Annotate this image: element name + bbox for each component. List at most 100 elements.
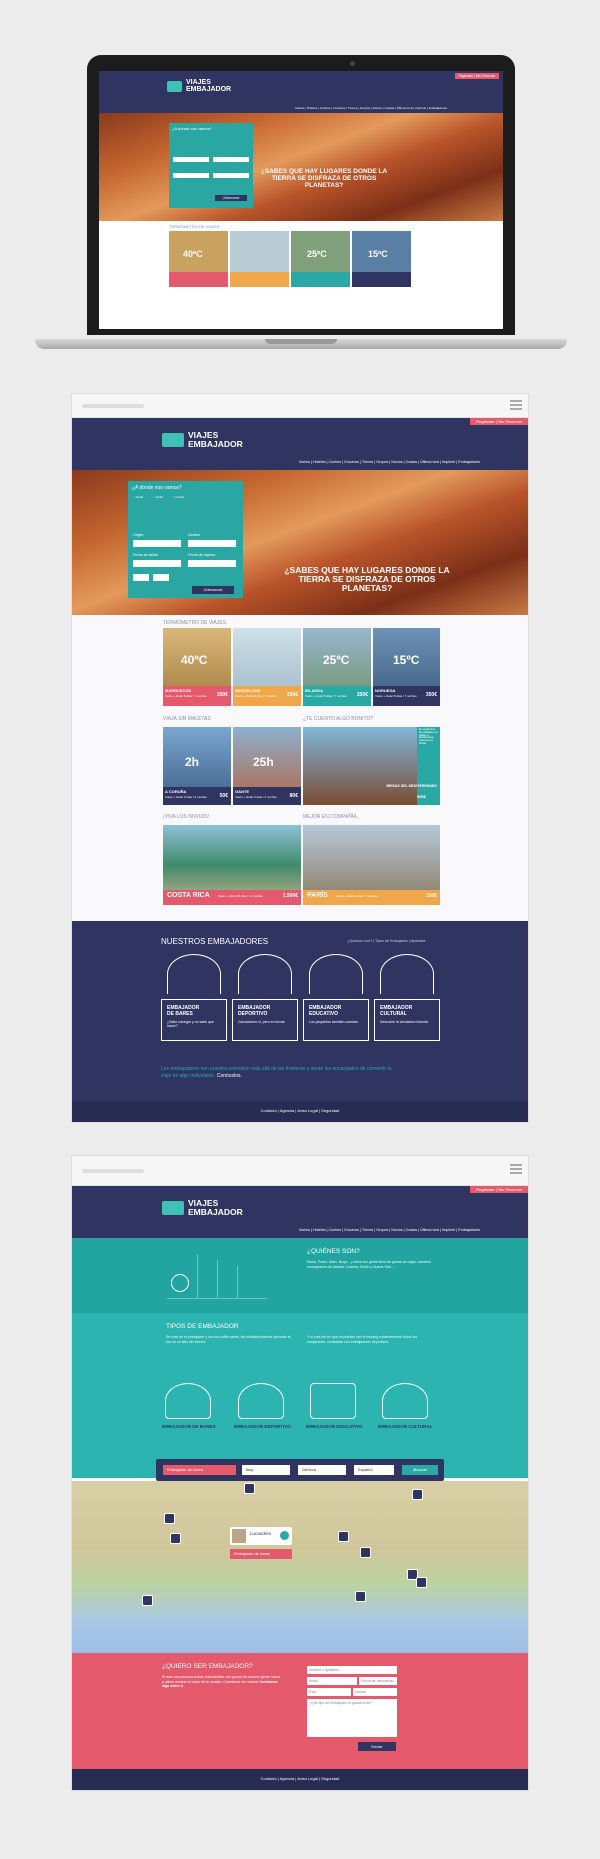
embajadores-claim: Los embajadores son nuestra extensión má… <box>161 1066 392 1079</box>
map-pin-icon[interactable] <box>360 1547 371 1558</box>
name-field[interactable]: Nombre y apellidos <box>307 1666 397 1674</box>
section-title-compania: MEJOR EN COMPAÑÍA <box>303 814 357 820</box>
card-barcelona[interactable]: BARCELONA Vuelo + Hotel 8 días / 7 noches… <box>233 628 301 706</box>
tipo-label-bares[interactable]: EMBAJADOR DE BARES <box>162 1424 222 1429</box>
search-submit-button[interactable]: ¡Vámonos! <box>215 195 247 201</box>
type-select[interactable]: Embajador de bares <box>163 1465 236 1475</box>
rooms-select[interactable] <box>153 574 169 581</box>
thermometer-title: TERMÓMETRO DE VIAJES <box>169 224 220 229</box>
city-field[interactable]: Ciudad <box>353 1688 397 1696</box>
footer-links[interactable]: Contacto | Agencia | Aviso Legal | Segur… <box>72 1108 528 1113</box>
ambassador-filter-bar: Embajador de bares Italy Genova Español … <box>156 1459 444 1481</box>
search-title: ¿A dónde nos vamos? <box>132 485 182 491</box>
origin-field[interactable] <box>173 157 209 162</box>
passengers-select[interactable] <box>133 574 149 581</box>
return-field[interactable] <box>188 560 236 567</box>
menu-icon[interactable] <box>510 1164 522 1176</box>
guide-illustration <box>380 954 434 994</box>
wide-card-costa-rica[interactable]: COSTA RICA Vuelo + Hotel 15 días / 14 noc… <box>163 825 301 905</box>
filter-search-button[interactable]: ¡Buscar! <box>402 1465 438 1475</box>
card-temp: 15ºC <box>393 653 420 667</box>
main-menu[interactable]: Vuelos | Hoteles | Coches | Cruceros | T… <box>199 106 447 110</box>
map-pin-icon[interactable] <box>244 1483 255 1494</box>
promo-card-coruna[interactable]: 2h A CORUÑA Vuelo + Hotel 3 días / 2 noch… <box>163 727 231 805</box>
card-irlanda[interactable]: 25ºC IRLANDA Vuelo + Hotel 8 días / 7 noc… <box>303 628 371 706</box>
main-menu[interactable]: Vuelos | Hoteles | Coches | Cruceros | T… <box>192 1228 480 1232</box>
card-footer: A CORUÑA Vuelo + Hotel 3 días / 2 noches 5… <box>163 787 231 805</box>
country-field[interactable]: País <box>307 1688 351 1696</box>
language-select[interactable]: Español <box>354 1465 394 1475</box>
tipo-label-cultural[interactable]: EMBAJADOR CULTURAL <box>378 1424 442 1429</box>
card-barcelona[interactable] <box>230 231 289 287</box>
top-link[interactable]: Registrate | Mis Reservas <box>454 73 499 79</box>
card-irlanda[interactable]: 25ºC <box>291 231 350 287</box>
logo[interactable]: VIAJES EMBAJADOR <box>167 79 231 93</box>
top-link[interactable]: Registrate | Mis Reservas <box>470 1186 528 1193</box>
athlete-icon <box>238 1383 284 1419</box>
join-title: ¿QUIERO SER EMBAJADOR? <box>162 1663 253 1670</box>
card-noruega[interactable]: 15ºC <box>352 231 411 287</box>
card-noruega[interactable]: 15ºC NORUEGA Vuelo + Hotel 8 días / 7 noc… <box>373 628 440 706</box>
trip-type-radios[interactable]: ○ Vuelo ○ Hotel ○ Coche <box>133 495 184 499</box>
popup-tag[interactable]: Embajador de bares <box>230 1549 292 1559</box>
role-box-educativo[interactable]: EMBAJADOR EDUCATIVO Los pequeños también c… <box>303 999 369 1041</box>
tipos-text-right: Y si eres de los que no puedes con el bo… <box>307 1335 418 1344</box>
browser-window-home: Registrate | Mis Reservas VIAJES EMBAJADO… <box>71 393 529 1123</box>
card-footer: NORUEGA Vuelo + Hotel 8 días / 7 noches 35… <box>373 686 440 706</box>
address-bar[interactable] <box>82 404 144 408</box>
card-marruecos[interactable]: 40ºC MARRUECOS Vuelo + Hotel 8 días / 7 n… <box>163 628 231 706</box>
map-pin-icon[interactable] <box>142 1595 153 1606</box>
avatar <box>232 1529 246 1543</box>
logo[interactable]: VIAJES EMBAJADOR <box>162 1199 243 1216</box>
search-title: ¿A dónde nos vamos? <box>172 126 212 131</box>
embajadores-links[interactable]: ¿Quiénes son? | Tipos de Embajador | Apú… <box>347 939 425 943</box>
origin-field[interactable] <box>133 540 181 547</box>
close-icon[interactable] <box>280 1531 289 1540</box>
wide-card-paris[interactable]: PARÍS Vuelo + Hotel 4 días / 3 noches 150€ <box>303 825 440 905</box>
map-pin-icon[interactable] <box>412 1489 423 1500</box>
role-box-cultural[interactable]: EMBAJADOR CULTURAL Descubre la verdadera h… <box>374 999 440 1041</box>
map-pin-icon[interactable] <box>355 1591 366 1602</box>
footer-links[interactable]: Contacto | Agencia | Aviso Legal | Segur… <box>72 1776 528 1781</box>
map-pin-icon[interactable] <box>164 1513 175 1524</box>
claim-link[interactable]: Conócelos. <box>217 1073 242 1079</box>
map-pin-icon[interactable] <box>170 1533 181 1544</box>
ambassadors-map[interactable]: Lucandres Embajador de bares <box>72 1481 528 1653</box>
thermometer-cards: 40ºC MARRUECOS Vuelo + Hotel 8 días / 7 n… <box>163 628 440 706</box>
destination-field[interactable] <box>188 540 236 547</box>
departure-field[interactable] <box>133 560 181 567</box>
role-box-deportivo[interactable]: EMBAJADOR DEPORTIVO ¡Vacaciones sí, pero e… <box>232 999 298 1041</box>
laptop-screen: Registrate | Mis Reservas VIAJES EMBAJADO… <box>99 71 503 329</box>
card-marruecos[interactable]: 40ºC <box>169 231 228 287</box>
join-text: Si eres una persona activa, extrovertida… <box>162 1675 281 1689</box>
promo-card-gante[interactable]: 25h GANTE Vuelo + Hotel 3 días / 2 noches… <box>233 727 301 805</box>
return-field[interactable] <box>213 173 249 178</box>
birthdate-field[interactable]: Fecha de nacimiento <box>359 1677 397 1685</box>
departure-field[interactable] <box>173 173 209 178</box>
message-field[interactable]: ¿Qué tipo de Embajador te gustaría ser? <box>307 1699 397 1737</box>
tipo-label-deportivo[interactable]: EMBAJADOR DEPORTIVO <box>234 1424 298 1429</box>
role-box-bares[interactable]: EMBAJADOR DE BARES ¿Sabe navegar y no sabe… <box>161 999 227 1041</box>
map-pin-icon[interactable] <box>338 1531 349 1542</box>
email-field[interactable]: Email <box>307 1677 357 1685</box>
top-link[interactable]: Registrate | Mis Reservas <box>470 418 528 425</box>
join-submit-button[interactable]: Enviar <box>358 1742 396 1751</box>
search-submit-button[interactable]: ¡Vámonos! <box>192 586 234 594</box>
promo-card-mediterraneo[interactable] <box>303 727 417 805</box>
country-select[interactable]: Italy <box>242 1465 290 1475</box>
destination-field[interactable] <box>213 157 249 162</box>
city-select[interactable]: Genova <box>298 1465 346 1475</box>
map-pin-icon[interactable] <box>416 1577 427 1588</box>
main-menu[interactable]: Vuelos | Hoteles | Coches | Cruceros | T… <box>192 460 480 464</box>
tree-icon <box>171 1274 189 1292</box>
popup-name: Lucandres <box>250 1531 272 1536</box>
section-title-bonito: ¿TE CUENTO ALGO BONITO? <box>303 716 374 722</box>
teacher-illustration <box>309 954 363 994</box>
address-bar[interactable] <box>82 1169 144 1173</box>
map-popup[interactable]: Lucandres <box>230 1527 292 1545</box>
logo[interactable]: VIAJES EMBAJADOR <box>162 431 243 448</box>
menu-icon[interactable] <box>510 400 522 412</box>
card-temp: 25ºC <box>323 653 350 667</box>
tipo-label-educativo[interactable]: EMBAJADOR EDUCATIVO <box>306 1424 370 1429</box>
camera-dot <box>350 61 355 66</box>
